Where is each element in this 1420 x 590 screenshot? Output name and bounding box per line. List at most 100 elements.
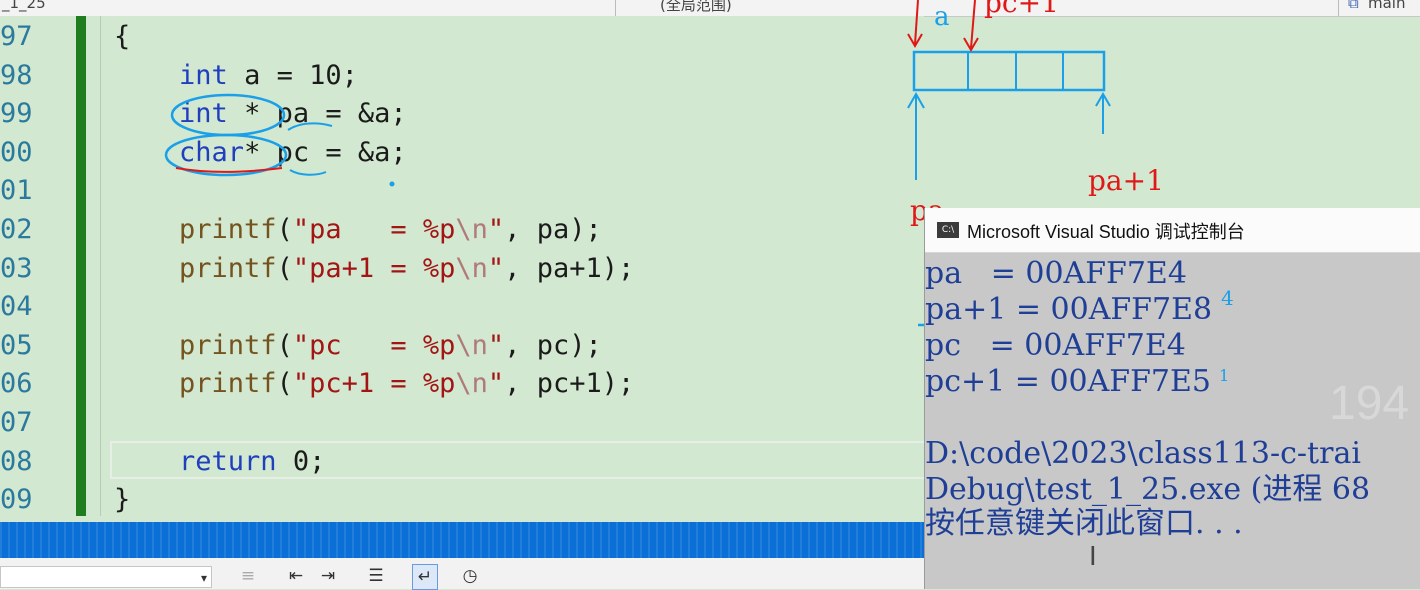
output-toolbar: ▾ ≡ ⇤ ⇥ ☰ ↵ ◷ [0, 558, 924, 590]
code-token: ( [276, 252, 293, 284]
console-app-icon: C:\ [937, 222, 959, 238]
function-selector-icon: ⧉ [1348, 0, 1359, 12]
console-output-line: pc+1 = 00AFF7E5 [925, 364, 1211, 399]
line-number: 01 [0, 175, 33, 207]
code-line[interactable]: return 0; [114, 443, 325, 481]
code-token: ( [276, 329, 293, 361]
line-number: 07 [0, 407, 33, 438]
code-line[interactable]: printf("pa = %p\n", pa); [114, 211, 602, 249]
code-line[interactable]: printf("pa+1 = %p\n", pa+1); [114, 250, 634, 288]
debug-console-window[interactable]: C:\ Microsoft Visual Studio 调试控制台 194 pa… [924, 208, 1420, 589]
code-token: " [487, 214, 505, 245]
code-token: , pc); [504, 329, 602, 361]
code-line[interactable]: char* pc = &a; [114, 134, 407, 172]
code-token: int [179, 59, 228, 91]
scope-selector[interactable]: (全局范围) [660, 0, 732, 15]
code-token: "pc+1 = %p [292, 368, 456, 400]
line-number: 08 [0, 445, 33, 477]
annotation-note-4: 4 [1221, 286, 1234, 310]
code-token: printf [179, 368, 277, 400]
code-token: * pc = &a; [244, 136, 407, 168]
line-number: 03 [0, 252, 33, 284]
console-title: Microsoft Visual Studio 调试控制台 [967, 222, 1245, 242]
outdent-icon[interactable]: ⇤ [284, 564, 308, 588]
outline-margin [100, 16, 101, 516]
code-token: , pc+1); [504, 368, 635, 400]
line-number: 00 [0, 136, 33, 168]
code-token: , pa+1); [504, 252, 635, 284]
code-token: char [179, 136, 245, 168]
code-token: a = 10; [227, 59, 358, 91]
line-number: 02 [0, 214, 33, 245]
history-clock-icon[interactable]: ◷ [458, 564, 482, 588]
code-token: 0; [276, 445, 326, 477]
line-number: 99 [0, 98, 33, 130]
code-line[interactable]: int * pa = &a; [114, 95, 407, 133]
align-left-icon[interactable]: ≡ [236, 564, 260, 588]
console-output-line: pa = 00AFF7E4 [925, 256, 1187, 291]
code-token: ( [276, 214, 293, 245]
code-token: \n [455, 329, 488, 361]
line-number: 09 [0, 484, 33, 516]
code-token: * pa = &a; [227, 98, 407, 130]
output-source-dropdown[interactable]: ▾ [0, 566, 212, 588]
code-line[interactable]: } [114, 481, 130, 519]
word-wrap-icon[interactable]: ↵ [412, 564, 438, 590]
code-token: " [487, 252, 505, 284]
line-number: 05 [0, 329, 33, 361]
code-token: , pa); [504, 214, 602, 245]
code-token: \n [455, 214, 488, 245]
code-token: int [179, 98, 228, 130]
console-title-bar[interactable]: C:\ Microsoft Visual Studio 调试控制台 [925, 208, 1420, 253]
code-token: " [487, 368, 505, 400]
annotation-label-a: a [934, 2, 950, 32]
code-token: printf [179, 252, 277, 284]
console-path-line: Debug\test_1_25.exe (进程 68 [925, 472, 1371, 507]
code-token: printf [179, 214, 277, 245]
code-line[interactable]: { [114, 18, 130, 56]
file-selector[interactable]: _1_25 [2, 0, 46, 12]
code-token: \n [455, 252, 488, 284]
text-cursor-icon: I [1089, 542, 1097, 572]
watermark-text: 194 [1329, 377, 1410, 430]
memory-block-diagram [912, 50, 1106, 92]
pa1-arrowhead [1095, 92, 1111, 107]
code-token: } [114, 484, 131, 516]
code-token: \n [455, 368, 488, 400]
code-line[interactable]: int a = 10; [114, 57, 358, 95]
divider [615, 0, 616, 16]
console-close-prompt: 按任意键关闭此窗口. . . [925, 506, 1243, 541]
change-tracking-bar [76, 16, 86, 516]
navigation-bar: _1_25 (全局范围) ⧉ main [0, 0, 1420, 17]
console-output-line: pa+1 = 00AFF7E8 [925, 292, 1213, 327]
line-number: 04 [0, 291, 33, 323]
function-selector[interactable]: main [1368, 0, 1405, 12]
code-token: { [114, 21, 131, 52]
annotation-label-pc-plus-1: pc+1 [984, 0, 1059, 19]
dropdown-arrow-icon: ▾ [200, 571, 207, 585]
code-token: "pa = %p [292, 214, 456, 245]
code-line[interactable]: printf("pc = %p\n", pc); [114, 327, 602, 365]
console-path-line: D:\code\2023\class113-c-trai [925, 436, 1361, 471]
code-token: return [179, 445, 277, 477]
comment-lines-icon[interactable]: ☰ [364, 564, 388, 588]
divider [1338, 0, 1339, 16]
status-bar [0, 522, 924, 558]
code-editor[interactable]: 97 98 99 00 01 02 03 04 05 06 07 08 09 { int a = 10;… [0, 16, 924, 522]
annotation-label-pa-plus-1: pa+1 [1088, 164, 1164, 197]
annotation-note-1: 1 [1219, 366, 1230, 385]
line-number: 06 [0, 368, 33, 400]
line-number: 98 [0, 59, 33, 91]
indent-icon[interactable]: ⇥ [316, 564, 340, 588]
code-token: "pc = %p [292, 329, 456, 361]
code-line[interactable]: printf("pc+1 = %p\n", pc+1); [114, 365, 634, 403]
line-number: 97 [0, 21, 33, 52]
